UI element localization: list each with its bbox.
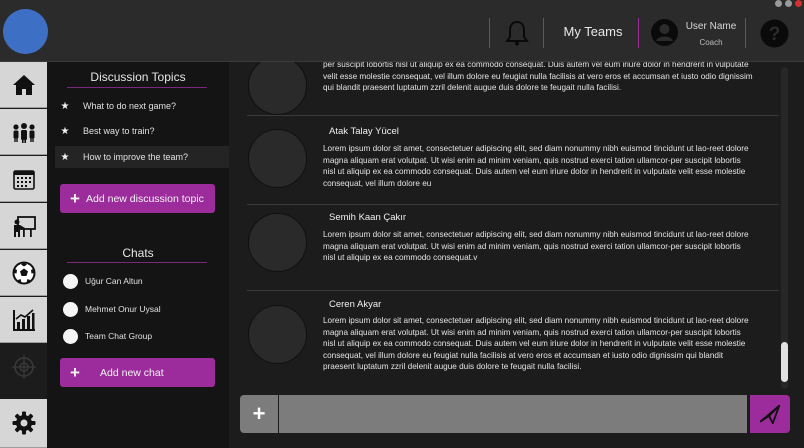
plus-icon: + [70,362,80,382]
football-icon[interactable] [0,250,47,296]
header-divider [638,18,639,48]
message-item: Atak Talay Yücel Lorem ipsum dolor sit a… [247,116,779,205]
message-text: Lorem ipsum dolor sit amet, consectetuer… [323,230,749,263]
user-name[interactable]: User Name [682,21,740,32]
topic-item[interactable]: ★ Best way to train? [55,120,229,142]
my-teams-link[interactable]: My Teams [558,24,628,39]
topic-item[interactable]: ★ What to do next game? [55,95,229,117]
star-icon: ★ [60,100,70,112]
message-item: Ceren Akyar Lorem ipsum dolor sit amet, … [247,291,779,392]
message-avatar [248,305,307,364]
plus-icon: + [70,188,80,208]
section-divider [67,262,207,263]
chat-label: Team Chat Group [85,331,153,341]
add-chat-label: Add new chat [100,366,164,379]
user-avatar-icon[interactable] [651,19,678,46]
add-new-chat-button[interactable]: + Add new chat [60,358,215,387]
window-controls [775,0,802,7]
chat-avatar [63,273,78,289]
message-avatar [248,129,307,188]
svg-text:?: ? [769,24,781,45]
brand-logo[interactable] [3,9,48,54]
icon-navigation-bar [0,62,47,448]
message-item: Semih Kaan Çakır Lorem ipsum dolor sit a… [247,205,779,291]
send-icon [759,404,781,425]
message-composer: + [229,392,804,448]
home-icon[interactable] [0,62,47,108]
maximize-icon[interactable] [785,0,792,7]
header-divider [489,18,490,48]
target-icon[interactable] [0,344,47,390]
message-author: Ceren Akyar [329,299,382,310]
chat-label: Mehmet Onur Uysal [85,304,161,314]
chat-label: Uğur Can Altun [85,276,143,286]
message-item: per suscipit lobortis nisl ut aliquip ex… [247,62,779,116]
message-text: Lorem ipsum dolor sit amet, consectetuer… [323,316,749,372]
team-icon[interactable] [0,109,47,155]
chat-item[interactable]: Mehmet Onur Uysal [63,299,161,319]
chat-item[interactable]: Uğur Can Altun [63,271,143,291]
stats-chart-icon[interactable] [0,297,47,343]
topic-label: What to do next game? [83,101,177,111]
user-role: Coach [699,38,723,47]
close-icon[interactable] [795,0,802,7]
scrollbar-thumb[interactable] [781,342,788,382]
chats-title: Chats [122,246,154,260]
star-icon: ★ [60,151,70,163]
topic-item-active[interactable]: ★ How to improve the team? [55,146,229,168]
chat-avatar [63,328,78,344]
notification-bell-icon[interactable] [505,20,529,46]
message-author: Atak Talay Yücel [329,126,399,137]
scrollbar-track[interactable] [781,67,788,389]
message-text: per suscipit lobortis nisl ut aliquip ex… [323,62,753,93]
message-text: Lorem ipsum dolor sit amet, consectetuer… [323,144,749,188]
header-divider [745,18,746,48]
plus-icon: + [252,401,266,426]
calendar-icon[interactable] [0,156,47,202]
section-divider [67,87,207,88]
header-divider [543,18,544,48]
message-author: Semih Kaan Çakır [329,212,407,223]
message-input[interactable] [279,395,747,433]
help-icon[interactable]: ? [760,19,789,48]
message-avatar [248,62,307,115]
message-avatar [248,213,307,272]
star-icon: ★ [60,125,70,137]
gear-icon[interactable] [0,399,47,448]
discussion-topics-title: Discussion Topics [90,70,186,84]
sidebar: Discussion Topics ★ What to do next game… [47,62,229,448]
add-attachment-button[interactable]: + [240,395,278,433]
topic-label: Best way to train? [83,126,155,136]
chat-item[interactable]: Team Chat Group [63,326,152,346]
add-discussion-topic-button[interactable]: + Add new discussion topic [60,184,215,213]
chat-avatar [63,301,78,317]
message-list[interactable]: per suscipit lobortis nisl ut aliquip ex… [229,62,804,392]
add-topic-label: Add new discussion topic [86,192,204,205]
topic-label: How to improve the team? [83,152,189,162]
minimize-icon[interactable] [775,0,782,7]
send-button[interactable] [750,395,790,433]
app-window: My Teams User Name Coach ? Discussion To… [0,0,804,448]
top-header: My Teams User Name Coach ? [0,0,804,62]
tactics-board-icon[interactable] [0,203,47,249]
